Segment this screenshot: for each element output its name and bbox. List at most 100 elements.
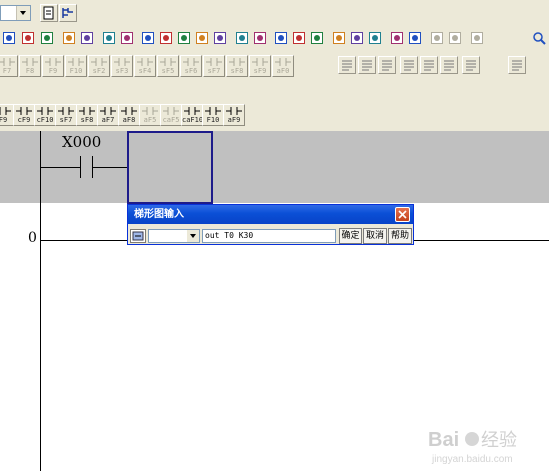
chevron-down-icon[interactable] <box>187 230 199 242</box>
fkey-sf7-button[interactable]: sF7 <box>203 55 225 77</box>
fkey-f10-button[interactable]: F10 <box>65 55 87 77</box>
fkey-sf8-button[interactable]: sF8 <box>226 55 248 77</box>
tool-icon <box>63 32 75 44</box>
tool-button-3[interactable] <box>60 29 78 47</box>
tool-icon <box>275 32 287 44</box>
ladder-symbol-icon <box>58 107 74 115</box>
fkey-sf5-button[interactable]: sF5 <box>157 55 179 77</box>
ladder-fkey-af5-button[interactable]: aF5 <box>139 104 161 126</box>
ladder-fkey-af8-button[interactable]: aF8 <box>118 104 140 126</box>
instruction-input[interactable]: out T0 K30 <box>202 229 336 243</box>
chevron-down-icon[interactable] <box>16 6 30 20</box>
fkey-sf4-button[interactable]: sF4 <box>134 55 156 77</box>
tool-button-16[interactable] <box>308 29 326 47</box>
fkey-caption: sF7 <box>207 67 221 75</box>
fkey-f7-button[interactable]: F7 <box>0 55 18 77</box>
fkey-af0-button[interactable]: aF0 <box>272 55 294 77</box>
fkey-sf3-button[interactable]: sF3 <box>111 55 133 77</box>
edit-tool-button-0[interactable] <box>338 56 356 74</box>
edit-tool-button-3[interactable] <box>400 56 418 74</box>
ladder-fkey-caf10-button[interactable]: caF10 <box>181 104 203 126</box>
tool-button-24[interactable] <box>468 29 486 47</box>
tool-button-7[interactable] <box>139 29 157 47</box>
ladder-symbol-icon <box>114 58 130 66</box>
symbol-picker-button[interactable] <box>130 229 146 243</box>
ladder-fkey-sf7-button[interactable]: sF7 <box>55 104 77 126</box>
ok-button[interactable]: 确定 <box>339 228 362 244</box>
tool-button-17[interactable] <box>330 29 348 47</box>
ladder-symbol-icon <box>22 58 38 66</box>
toolbar-area: F7 F8 F9 F10 sF2 sF3 sF4 sF5 sF6 sF7 sF8 sF9 aF0 F9 c… <box>0 0 549 132</box>
help-button[interactable]: 帮助 <box>388 228 412 244</box>
tool-button-1[interactable] <box>19 29 37 47</box>
tool-button-9[interactable] <box>175 29 193 47</box>
tool-button-6[interactable] <box>118 29 136 47</box>
fkey-f8-button[interactable]: F8 <box>19 55 41 77</box>
ladder-symbol-icon <box>226 107 242 115</box>
tool-button-10[interactable] <box>193 29 211 47</box>
tool-button-0[interactable] <box>0 29 18 47</box>
list-icon <box>444 60 454 71</box>
tool-icon <box>333 32 345 44</box>
ladder-symbol-icon <box>252 58 268 66</box>
tool-button-19[interactable] <box>366 29 384 47</box>
tool-button-12[interactable] <box>233 29 251 47</box>
fkey-caption: caF10 <box>182 116 204 124</box>
fkey-sf6-button[interactable]: sF6 <box>180 55 202 77</box>
tool-button-4[interactable] <box>78 29 96 47</box>
tool-button-13[interactable] <box>251 29 269 47</box>
ladder-symbol-icon <box>142 107 158 115</box>
tool-button-8[interactable] <box>157 29 175 47</box>
edit-tool-button-2[interactable] <box>378 56 396 74</box>
edit-tool-button-7[interactable] <box>508 56 526 74</box>
tool-button-2[interactable] <box>38 29 56 47</box>
ladder-fkey-af7-button[interactable]: aF7 <box>97 104 119 126</box>
tool-button-22[interactable] <box>428 29 446 47</box>
tool-button-14[interactable] <box>272 29 290 47</box>
edit-cursor[interactable] <box>127 131 213 204</box>
fkey-caption: sF3 <box>115 67 129 75</box>
list-icon <box>424 60 434 71</box>
fkey-caption: F9 <box>0 116 8 124</box>
symbol-combo[interactable] <box>148 229 200 243</box>
tool-icon <box>41 32 53 44</box>
toolbar-row-fkeys-2: F7 F8 F9 F10 sF2 sF3 sF4 sF5 sF6 sF7 sF8 sF9 aF0 <box>0 52 549 78</box>
ladder-fkey-f10-button[interactable]: F10 <box>202 104 224 126</box>
ladder-fkey-cf9-button[interactable]: cF9 <box>13 104 35 126</box>
ladder-fkey-sf8-button[interactable]: sF8 <box>76 104 98 126</box>
zoom-button[interactable] <box>530 29 548 47</box>
tool-icon <box>214 32 226 44</box>
ladder-fkey-af9-button[interactable]: aF9 <box>223 104 245 126</box>
edit-tool-button-5[interactable] <box>440 56 458 74</box>
ladder-fkey-f9-button[interactable]: F9 <box>0 104 14 126</box>
cancel-button[interactable]: 取消 <box>363 228 387 244</box>
tool-button-11[interactable] <box>211 29 229 47</box>
close-button[interactable] <box>395 207 410 222</box>
tool-icon <box>121 32 133 44</box>
tool-button-15[interactable] <box>290 29 308 47</box>
fkey-caption: sF8 <box>230 67 244 75</box>
program-combo[interactable] <box>0 5 31 21</box>
list-icon <box>362 60 372 71</box>
fkey-caption: F10 <box>69 67 83 75</box>
tool-button-21[interactable] <box>406 29 424 47</box>
fkey-sf9-button[interactable]: sF9 <box>249 55 271 77</box>
fkey-caption: sF4 <box>138 67 152 75</box>
ladder-fkey-cf10-button[interactable]: cF10 <box>34 104 56 126</box>
tool-button-20[interactable] <box>388 29 406 47</box>
fkey-sf2-button[interactable]: sF2 <box>88 55 110 77</box>
tool-button-23[interactable] <box>446 29 464 47</box>
edit-tool-button-4[interactable] <box>420 56 438 74</box>
tool-button-18[interactable] <box>348 29 366 47</box>
tool-button-5[interactable] <box>100 29 118 47</box>
ladder-symbol-icon <box>160 58 176 66</box>
ladder-fkey-caf5-button[interactable]: caF5 <box>160 104 182 126</box>
tool-icon <box>391 32 403 44</box>
edit-tool-button-1[interactable] <box>358 56 376 74</box>
fkey-caption: sF6 <box>184 67 198 75</box>
fkey-f9-button[interactable]: F9 <box>42 55 64 77</box>
contact-label: X000 <box>62 133 102 151</box>
select-mode-button[interactable] <box>40 4 58 22</box>
edit-tool-button-6[interactable] <box>462 56 480 74</box>
monitor-mode-button[interactable] <box>59 4 77 22</box>
